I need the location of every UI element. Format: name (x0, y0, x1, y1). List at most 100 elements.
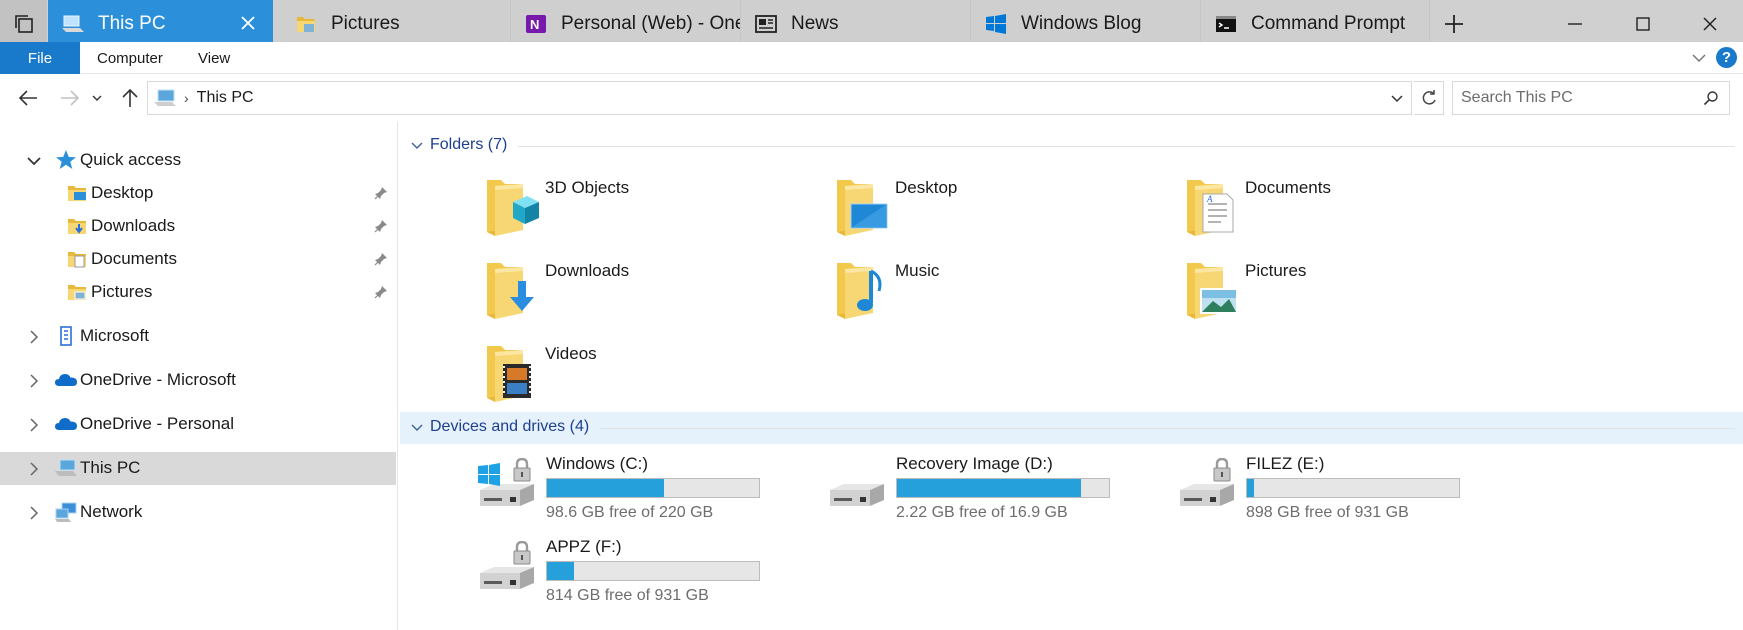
folder-tile-desktop[interactable]: Desktop (833, 174, 1163, 252)
drive-tile-d[interactable]: Recovery Image (D:) 2.22 GB free of 16.9… (826, 454, 1166, 528)
drive-tile-c[interactable]: Windows (C:) 98.6 GB free of 220 GB (476, 454, 816, 528)
chevron-right-icon[interactable] (26, 505, 42, 521)
pin-icon[interactable] (374, 252, 388, 266)
minimize-icon (1568, 22, 1582, 25)
breadcrumb[interactable]: This PC (197, 89, 254, 107)
tab-this-pc[interactable]: This PC (48, 0, 273, 47)
nav-label: Network (80, 502, 143, 521)
refresh-button[interactable] (1414, 81, 1444, 115)
chevron-right-icon[interactable] (26, 461, 42, 477)
chevron-right-icon[interactable] (26, 329, 42, 345)
nav-item-this-pc[interactable]: This PC (0, 452, 396, 485)
pin-icon[interactable] (374, 186, 388, 200)
documents-folder-icon (66, 248, 88, 268)
search-box (1452, 81, 1730, 115)
drive-locked-icon (476, 539, 538, 597)
tab-command-prompt[interactable]: Command Prompt (1201, 0, 1430, 47)
nav-item-pictures[interactable]: Pictures (0, 276, 396, 309)
task-view-button[interactable] (0, 0, 47, 47)
svg-text:N: N (530, 17, 539, 32)
forward-button[interactable] (56, 84, 84, 112)
nav-label: This PC (80, 458, 141, 477)
plus-icon (1444, 14, 1463, 33)
downloads-folder-icon (66, 215, 88, 237)
back-button[interactable] (14, 84, 42, 112)
nav-item-onedrive-personal[interactable]: OneDrive - Personal (0, 408, 396, 441)
help-button[interactable]: ? (1716, 47, 1737, 68)
drive-usage-fill (1247, 479, 1255, 497)
desktop-folder-icon (66, 182, 86, 204)
minimize-button-main[interactable] (1542, 0, 1608, 47)
drive-tile-f[interactable]: APPZ (F:) 814 GB free of 931 GB (476, 537, 816, 611)
tab-label: Windows Blog (1021, 12, 1142, 34)
chevron-down-icon (92, 95, 102, 101)
drives-group-header[interactable]: Devices and drives (4) (400, 412, 1743, 444)
group-title: Folders (7) (430, 136, 508, 153)
up-arrow-icon (122, 88, 138, 107)
drive-tile-e[interactable]: FILEZ (E:) 898 GB free of 931 GB (1176, 454, 1516, 528)
chevron-down-icon[interactable] (410, 139, 424, 153)
close-window-button[interactable] (1677, 0, 1743, 47)
svg-text:A: A (1206, 194, 1213, 204)
nav-item-onedrive-microsoft[interactable]: OneDrive - Microsoft (0, 364, 396, 397)
chevron-right-icon[interactable] (26, 373, 42, 389)
nav-label: Quick access (80, 150, 182, 169)
tab-bar: This PC Pictures N Personal (Web) - One … (0, 0, 1743, 47)
this-pc-icon (62, 13, 84, 35)
nav-item-documents[interactable]: Documents (0, 243, 396, 276)
tab-label: Command Prompt (1251, 12, 1406, 34)
folder-tile-pictures[interactable]: Pictures (1183, 257, 1513, 335)
nav-item-desktop[interactable]: Desktop (0, 177, 396, 210)
tab-label: News (791, 12, 839, 34)
nav-label: Documents (91, 249, 177, 268)
folder-tile-music[interactable]: Music (833, 257, 1163, 335)
nav-item-quick-access[interactable]: Quick access (0, 144, 396, 177)
nav-item-downloads[interactable]: Downloads (0, 210, 396, 243)
folders-group-header[interactable]: Folders (7) (400, 130, 1743, 162)
drive-free-space: 814 GB free of 931 GB (546, 587, 709, 604)
videos-folder-icon (483, 340, 531, 402)
folder-tile-documents[interactable]: A Documents (1183, 174, 1513, 252)
new-tab-button[interactable] (1430, 0, 1477, 47)
up-button[interactable] (116, 84, 144, 112)
close-tab-icon[interactable] (237, 12, 259, 34)
folder-tile-videos[interactable]: Videos (483, 340, 813, 418)
pictures-folder-icon (66, 281, 88, 303)
drive-usage-bar (546, 561, 760, 581)
folder-tile-downloads[interactable]: Downloads (483, 257, 813, 335)
breadcrumb-chevron-icon[interactable]: › (184, 90, 189, 106)
tab-news[interactable]: News (741, 0, 971, 47)
chevron-down-icon[interactable] (26, 153, 42, 169)
desktop-folder-icon (833, 174, 888, 236)
drive-locked-icon (1176, 456, 1238, 514)
drive-usage-bar (546, 478, 760, 498)
expand-ribbon-icon[interactable] (1691, 50, 1707, 66)
search-input[interactable] (1461, 89, 1691, 107)
navigation-pane: Quick access Desktop Downloads Documents… (0, 122, 398, 630)
chevron-down-icon[interactable] (1389, 90, 1405, 106)
network-icon (55, 502, 77, 522)
onenote-icon: N (525, 13, 547, 35)
pin-icon[interactable] (374, 219, 388, 233)
nav-item-microsoft[interactable]: Microsoft (0, 320, 396, 353)
nav-label: Desktop (91, 183, 154, 202)
nav-item-network[interactable]: Network (0, 496, 396, 529)
maximize-button[interactable] (1610, 0, 1676, 47)
chevron-right-icon[interactable] (26, 417, 42, 433)
ribbon-tab-computer[interactable]: Computer (97, 42, 163, 74)
tab-onenote[interactable]: N Personal (Web) - One (511, 0, 741, 47)
tab-pictures[interactable]: Pictures (281, 0, 511, 47)
search-icon[interactable] (1703, 90, 1719, 106)
folder-label: Pictures (1245, 261, 1307, 280)
ribbon-tab-file[interactable]: File (0, 42, 80, 74)
ribbon-tab-view[interactable]: View (198, 42, 230, 74)
address-bar[interactable]: › This PC (147, 81, 1412, 115)
tab-windows-blog[interactable]: Windows Blog (971, 0, 1201, 47)
documents-folder-icon: A (1183, 174, 1234, 236)
recent-locations-button[interactable] (88, 84, 106, 112)
folder-tile-3d-objects[interactable]: 3D Objects (483, 174, 813, 252)
nav-label: OneDrive - Microsoft (80, 370, 236, 389)
chevron-down-icon[interactable] (410, 421, 424, 435)
pin-icon[interactable] (374, 285, 388, 299)
back-arrow-icon (18, 90, 37, 106)
